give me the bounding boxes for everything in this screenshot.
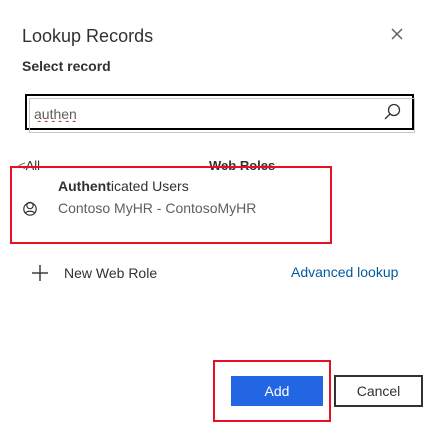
search-input[interactable] <box>34 104 344 124</box>
close-icon[interactable] <box>387 24 407 44</box>
dialog-title: Lookup Records <box>22 26 154 46</box>
new-web-role-button[interactable]: New Web Role <box>30 263 157 283</box>
result-subtitle: Contoso MyHR - ContosoMyHR <box>58 200 257 216</box>
result-name-rest: icated Users <box>110 178 189 194</box>
role-icon <box>23 201 37 216</box>
lookup-records-dialog: Lookup Records Select record <All Web Ro… <box>0 0 438 436</box>
cancel-button[interactable]: Cancel <box>334 375 423 407</box>
search-icon[interactable] <box>382 102 402 122</box>
plus-icon <box>32 265 48 281</box>
advanced-lookup-link[interactable]: Advanced lookup <box>291 264 398 280</box>
new-web-role-label: New Web Role <box>64 265 158 281</box>
dialog-subtitle: Select record <box>22 58 111 74</box>
result-name-match: Authent <box>58 178 111 194</box>
add-button[interactable]: Add <box>231 376 323 406</box>
result-name: Authenticated Users <box>58 178 189 194</box>
